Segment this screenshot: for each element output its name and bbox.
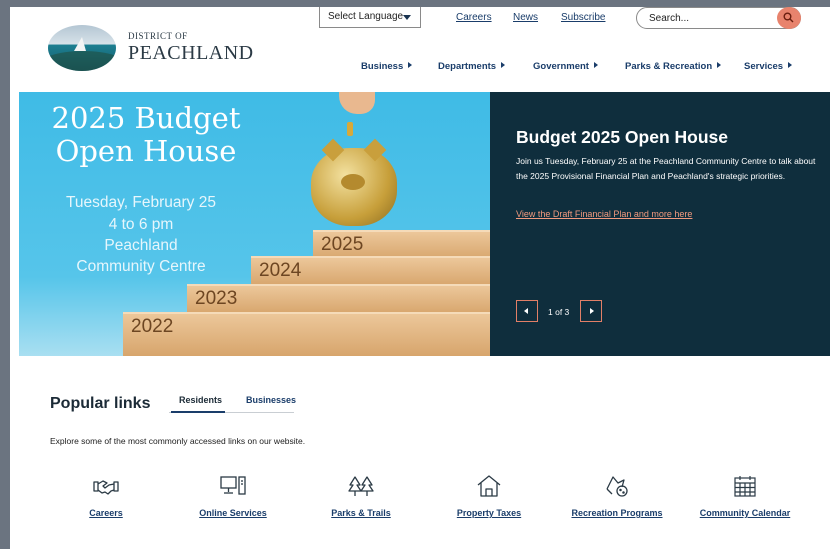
news-link[interactable]: News [513, 12, 538, 23]
popular-links-description: Explore some of the most commonly access… [50, 436, 306, 446]
nav-label: Parks & Recreation [625, 61, 713, 72]
caret-right-icon [788, 62, 793, 68]
step-label: 2023 [195, 288, 238, 309]
coin-graphic [347, 122, 353, 136]
quick-link-careers[interactable]: Careers [41, 474, 171, 518]
quick-link-recreation-programs[interactable]: Recreation Programs [552, 474, 682, 518]
quick-link-parks-trails[interactable]: Parks & Trails [296, 474, 426, 518]
slide-next-button[interactable] [580, 300, 602, 322]
quick-link-label: Property Taxes [456, 508, 522, 518]
hero-description: Join us Tuesday, February 25 at the Peac… [516, 156, 816, 181]
computer-icon [220, 476, 246, 495]
search-icon [783, 12, 794, 23]
search-input[interactable]: Search... [649, 13, 689, 24]
hero-panel: Budget 2025 Open House Join us Tuesday, … [490, 92, 830, 356]
nav-services[interactable]: Services [744, 61, 793, 72]
quick-link-label: Online Services [199, 508, 267, 518]
draft-financial-plan-link[interactable]: View the Draft Financial Plan and more h… [516, 209, 692, 219]
chevron-down-icon [403, 15, 411, 20]
logo-emblem-icon [48, 25, 116, 71]
calendar-icon [734, 476, 756, 497]
step-label: 2022 [131, 316, 174, 337]
trees-icon [348, 476, 374, 496]
careers-link[interactable]: Careers [456, 12, 492, 23]
subscribe-link[interactable]: Subscribe [561, 12, 605, 23]
banner-time: 4 to 6 pm [108, 216, 174, 233]
step-2022: 2022 [123, 312, 490, 356]
district-logo[interactable]: DISTRICT OF PEACHLAND [48, 23, 258, 75]
nav-label: Business [361, 61, 404, 72]
nav-departments[interactable]: Departments [438, 61, 506, 72]
quick-link-label: Community Calendar [699, 508, 791, 518]
quick-link-label: Parks & Trails [331, 508, 391, 518]
quick-link-property-taxes[interactable]: Property Taxes [424, 474, 554, 518]
step-label: 2024 [259, 260, 302, 281]
step-label: 2025 [321, 234, 364, 255]
nav-government[interactable]: Government [533, 61, 598, 72]
tab-businesses[interactable]: Businesses [246, 395, 296, 405]
quick-link-label: Recreation Programs [571, 508, 663, 518]
logo-name: PEACHLAND [128, 42, 254, 64]
language-select[interactable]: Select Language [319, 7, 421, 28]
handshake-icon [93, 480, 119, 495]
banner-place-2: Community Centre [76, 258, 206, 275]
popular-links-title: Popular links [50, 395, 151, 412]
nav-label: Departments [438, 61, 497, 72]
step-2024: 2024 [251, 256, 490, 286]
nav-label: Government [533, 61, 589, 72]
caret-right-icon [717, 62, 722, 68]
quick-link-label: Careers [89, 508, 123, 518]
quick-link-community-calendar[interactable]: Community Calendar [680, 474, 810, 518]
step-2023: 2023 [187, 284, 490, 314]
search-button[interactable] [777, 7, 801, 29]
slide-prev-button[interactable] [516, 300, 538, 322]
hero-title: Budget 2025 Open House [516, 127, 728, 147]
caret-right-icon [408, 62, 413, 68]
nav-business[interactable]: Business [361, 61, 413, 72]
logo-small-text: DISTRICT OF [128, 31, 188, 41]
banner-place: Peachland [104, 237, 178, 254]
banner-title: 2025 Budget Open House [51, 101, 241, 168]
language-select-value: Select Language [328, 11, 404, 22]
slide-counter: 1 of 3 [548, 307, 570, 317]
nav-label: Services [744, 61, 784, 72]
hero-banner-image: 2025 Budget Open House Tuesday, February… [19, 92, 490, 356]
search-box[interactable]: Search... [636, 7, 801, 29]
page: DISTRICT OF PEACHLAND Select Language Ca… [10, 7, 830, 549]
arrow-right-icon [590, 308, 594, 314]
tab-active-indicator [171, 411, 225, 413]
tab-residents[interactable]: Residents [179, 395, 222, 405]
hand-graphic [339, 92, 375, 114]
house-icon [477, 475, 501, 497]
caret-right-icon [593, 62, 598, 68]
quick-link-online-services[interactable]: Online Services [168, 474, 298, 518]
banner-date: Tuesday, February 25 [66, 194, 216, 211]
piggy-bank-icon [311, 138, 397, 226]
nav-parks-recreation[interactable]: Parks & Recreation [625, 61, 722, 72]
recreation-icon [606, 476, 628, 497]
caret-right-icon [501, 62, 506, 68]
arrow-left-icon [524, 308, 528, 314]
